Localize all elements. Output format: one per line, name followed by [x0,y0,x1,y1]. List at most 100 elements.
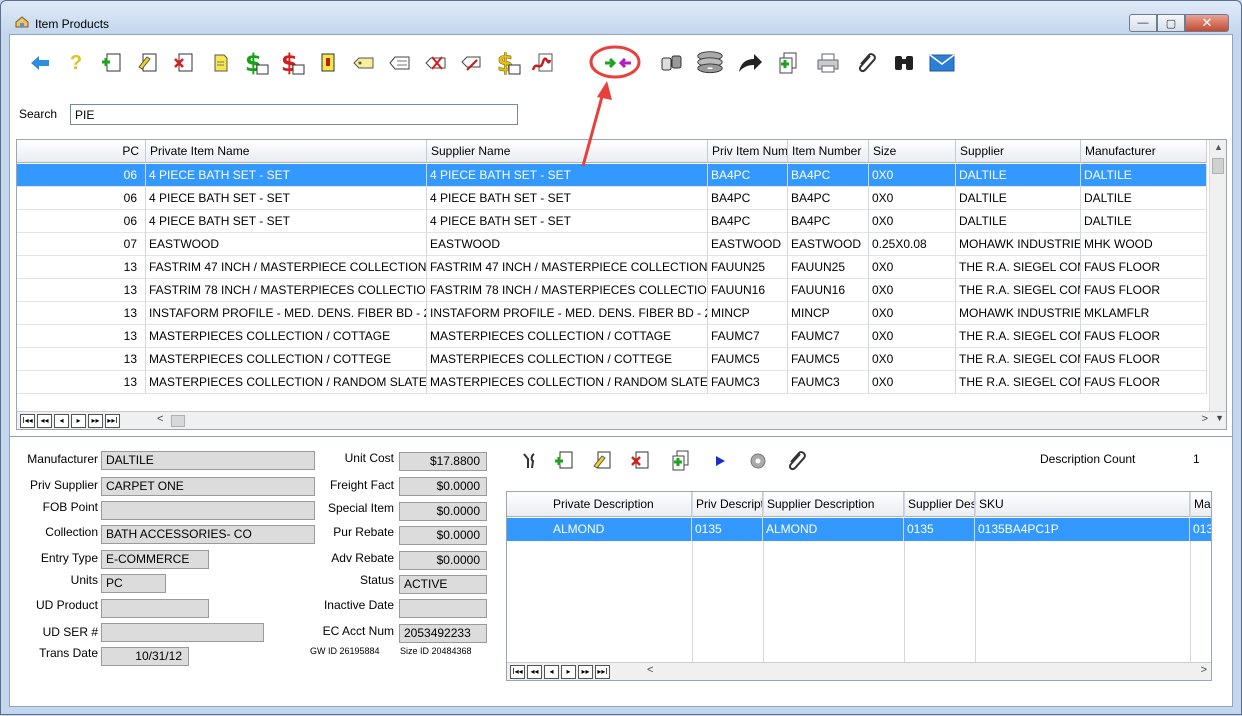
tag-edit-icon[interactable] [386,49,414,77]
column-header-sku[interactable]: SKU [975,492,1190,517]
pur-rebate-field[interactable]: $0.0000 [399,526,487,545]
print-icon[interactable] [814,49,842,77]
tag-icon[interactable] [350,49,378,77]
table-row[interactable]: 07 EASTWOOD EASTWOOD EASTWOOD EASTWOOD 0.25X0… [17,233,1207,256]
last-record-button[interactable]: ▸▸I [595,665,610,679]
scroll-down-icon[interactable]: ▼ [1215,413,1224,423]
next-page-button[interactable]: ▸▸ [578,665,593,679]
inactive-date-field[interactable] [399,599,487,618]
document-icon[interactable] [314,49,342,77]
freight-fact-field[interactable]: $0.0000 [399,477,487,496]
scroll-left-icon[interactable]: < [157,413,163,425]
desc-attach-icon[interactable] [782,447,810,475]
table-row[interactable]: 06 4 PIECE BATH SET - SET 4 PIECE BATH SET… [17,210,1207,233]
help-icon[interactable]: ? [62,49,90,77]
column-header-size[interactable]: Size [869,140,956,163]
column-header-pc[interactable]: PC [17,140,146,163]
tag-delete-icon[interactable] [422,49,450,77]
table-row[interactable]: 06 4 PIECE BATH SET - SET 4 PIECE BATH SET… [17,187,1207,210]
scroll-right-icon[interactable]: > [1201,664,1207,676]
tools-icon[interactable] [516,447,544,475]
price-delete-icon[interactable]: $ [278,49,306,77]
add-icon[interactable] [98,49,126,77]
priv-supplier-field[interactable]: CARPET ONE [101,477,315,496]
attach-icon[interactable] [852,49,880,77]
disks-icon[interactable] [696,49,724,77]
column-header-supplier-name[interactable]: Supplier Name [427,140,708,163]
status-field[interactable]: ACTIVE [399,575,487,594]
scroll-right-icon[interactable]: > [1202,413,1208,425]
horizontal-scroll-thumb[interactable] [171,415,185,427]
collection-field[interactable]: BATH ACCESSORIES- CO [101,525,315,544]
first-record-button[interactable]: I◂◂ [510,665,525,679]
prev-page-button[interactable]: ◂◂ [527,665,542,679]
tag-list-icon[interactable] [458,49,486,77]
manufacturer-field[interactable]: DALTILE [101,451,315,470]
play-icon[interactable] [706,447,734,475]
column-header-private-description[interactable]: Private Description [507,492,692,517]
ud-ser-field[interactable] [101,623,264,642]
entry-type-field[interactable]: E-COMMERCE [101,550,209,569]
prev-page-button[interactable]: ◂◂ [37,414,52,428]
forward-arrow-icon[interactable] [736,49,764,77]
column-header-supplier[interactable]: Supplier [956,140,1081,163]
column-header-supplier-description[interactable]: Supplier Description [763,492,904,517]
next-page-button[interactable]: ▸▸ [88,414,103,428]
binoculars-icon[interactable] [890,49,918,77]
desc-add-icon[interactable] [550,447,578,475]
table-row[interactable]: 13 MASTERPIECES COLLECTION / COTTEGE MASTE… [17,348,1207,371]
table-row[interactable]: 13 FASTRIM 78 INCH / MASTERPIECES COLLECT… [17,279,1207,302]
column-header-item-number[interactable]: Item Number [788,140,869,163]
search-input[interactable] [70,104,518,125]
scroll-thumb[interactable] [1212,158,1224,174]
title-bar[interactable]: Item Products — ▢ ✕ [1,1,1241,33]
copy-add-icon[interactable] [774,49,802,77]
desc-copy-add-icon[interactable] [666,447,694,475]
price-add-icon[interactable]: $ [242,49,270,77]
description-row[interactable]: ALMOND0135ALMOND01350135BA4PC1P0135 [507,518,1211,541]
column-header-man[interactable]: Man [1190,492,1211,517]
column-header-priv-descript[interactable]: Priv Descript [692,492,763,517]
prev-record-button[interactable]: ◂ [54,414,69,428]
column-header-private-item-name[interactable]: Private Item Name [146,140,427,163]
minimize-button[interactable]: — [1129,14,1157,32]
column-header-supplier-des[interactable]: Supplier Des [904,492,975,517]
ud-product-field[interactable] [101,599,209,618]
first-record-button[interactable]: I◂◂ [20,414,35,428]
next-record-button[interactable]: ▸ [71,414,86,428]
unit-cost-field[interactable]: $17.8800 [399,452,487,471]
desc-delete-icon[interactable] [626,447,654,475]
next-record-button[interactable]: ▸ [561,665,576,679]
maximize-button[interactable]: ▢ [1157,14,1185,32]
table-row[interactable]: 13 FASTRIM 47 INCH / MASTERPIECE COLLECTI… [17,256,1207,279]
prev-record-button[interactable]: ◂ [544,665,559,679]
last-record-button[interactable]: ▸▸I [105,414,120,428]
desc-edit-icon[interactable] [588,447,616,475]
gear-icon[interactable] [744,447,772,475]
grid-vertical-scrollbar[interactable]: ▲ [1209,140,1226,412]
email-icon[interactable] [928,49,956,77]
note-icon[interactable] [206,49,234,77]
fob-point-field[interactable] [101,501,315,520]
column-header-priv-item-num[interactable]: Priv Item Num [708,140,788,163]
units-field[interactable]: PC [101,574,166,593]
delete-icon[interactable] [170,49,198,77]
transfer-icon[interactable] [604,49,632,77]
column-header-manufacturer[interactable]: Manufacturer [1081,140,1207,163]
price-list-icon[interactable]: $ [494,49,522,77]
signature-icon[interactable] [530,49,558,77]
trans-date-field[interactable]: 10/31/12 [101,647,189,666]
scroll-up-icon[interactable]: ▲ [1214,142,1223,152]
ec-acct-num-field[interactable]: 2053492233 [399,624,487,643]
compare-icon[interactable] [658,49,686,77]
table-row[interactable]: 13 MASTERPIECES COLLECTION / RANDOM SLATE… [17,371,1207,394]
scroll-left-icon[interactable]: < [647,664,653,676]
edit-icon[interactable] [134,49,162,77]
special-item-field[interactable]: $0.0000 [399,502,487,521]
close-button[interactable]: ✕ [1185,14,1229,32]
back-arrow-icon[interactable] [26,49,54,77]
adv-rebate-field[interactable]: $0.0000 [399,551,487,570]
table-row[interactable]: 13 MASTERPIECES COLLECTION / COTTAGE MASTE… [17,325,1207,348]
table-row[interactable]: 13 INSTAFORM PROFILE - MED. DENS. FIBER B… [17,302,1207,325]
table-row[interactable]: 06 4 PIECE BATH SET - SET 4 PIECE BATH SET… [17,164,1207,187]
